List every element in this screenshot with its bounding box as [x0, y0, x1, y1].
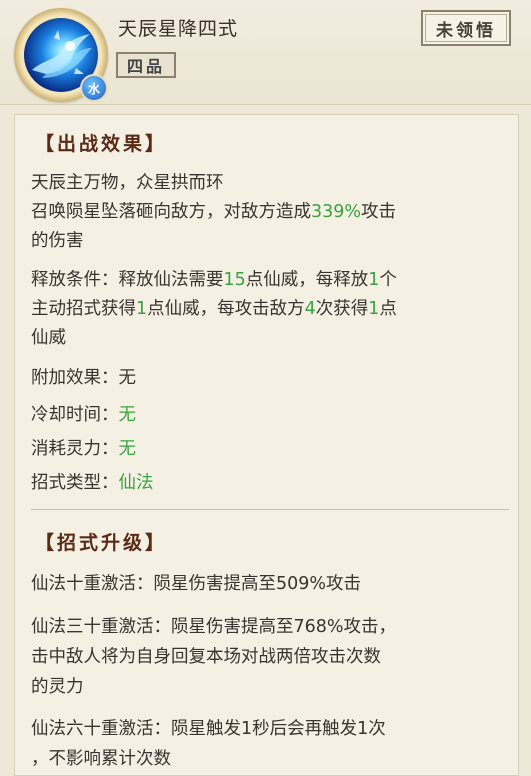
- mana-cost-row: 消耗灵力：无: [31, 435, 136, 460]
- skill-type-label: 招式类型：: [31, 473, 119, 493]
- release-value: 4: [304, 299, 316, 319]
- extra-effect-label: 附加效果：: [31, 368, 119, 388]
- upgrade-line-30b: 击中敌人将为自身回复本场对战两倍攻击次数: [31, 647, 381, 667]
- mana-cost-label: 消耗灵力：: [31, 439, 119, 459]
- cooldown-row: 冷却时间：无: [31, 401, 136, 426]
- mana-cost-value: 无: [118, 439, 137, 459]
- release-text: 次获得: [315, 299, 369, 319]
- release-value: 1: [368, 299, 380, 319]
- upgrade-line-60a: 仙法六十重激活：陨星触发1秒后会再触发1次: [31, 719, 386, 739]
- section-divider: [31, 509, 509, 510]
- skill-name: 天辰星降四式: [118, 18, 239, 40]
- effect-desc-line2: 召唤陨星坠落砸向敌方，对敌方造成339%攻击: [31, 198, 396, 223]
- release-value: 1: [368, 270, 380, 290]
- desc-text: 攻击: [361, 202, 397, 222]
- extra-effect-value: 无: [118, 368, 137, 388]
- skill-icon[interactable]: 水: [14, 8, 108, 102]
- battle-effect-title: 【出战效果】: [35, 133, 168, 155]
- release-text: 个: [379, 270, 397, 290]
- release-text: 主动招式获得: [31, 299, 136, 319]
- release-text: 释放条件：释放仙法需要: [31, 270, 224, 290]
- skill-detail-panel: 【出战效果】 天辰主万物，众星拱而环 召唤陨星坠落砸向敌方，对敌方造成339%攻…: [14, 114, 519, 776]
- upgrade-line-30c: 的灵力: [31, 677, 84, 697]
- cooldown-value: 无: [118, 405, 137, 425]
- skill-type-row: 招式类型：仙法: [31, 469, 154, 494]
- upgrade-title: 【招式升级】: [35, 532, 168, 554]
- upgrade-line-60b: ，不影响累计次数: [31, 749, 171, 769]
- release-text: 点仙威，每攻击敌方: [147, 299, 305, 319]
- damage-percent: 339%: [311, 202, 362, 222]
- release-text: 点仙威，每释放: [245, 270, 369, 290]
- release-value: 1: [136, 299, 148, 319]
- release-value: 15: [223, 270, 246, 290]
- upgrade-line-30a: 仙法三十重激活：陨星伤害提高至768%攻击，: [31, 617, 397, 637]
- effect-desc-line1: 天辰主万物，众星拱而环: [31, 173, 224, 193]
- skill-type-value: 仙法: [118, 473, 154, 493]
- release-condition-line3: 仙威: [31, 328, 66, 348]
- status-badge: 未领悟: [421, 10, 511, 46]
- desc-text: 召唤陨星坠落砸向敌方，对敌方造成: [31, 202, 311, 222]
- release-text: 点: [379, 299, 397, 319]
- release-condition-line1: 释放条件：释放仙法需要15点仙威，每释放1个: [31, 266, 397, 291]
- cooldown-label: 冷却时间：: [31, 405, 119, 425]
- water-element-badge: 水: [80, 74, 108, 102]
- release-condition-line2: 主动招式获得1点仙威，每攻击敌方4次获得1点: [31, 295, 397, 320]
- skill-header: 水 天辰星降四式 四品 未领悟: [0, 0, 531, 105]
- effect-desc-line3: 的伤害: [31, 231, 84, 251]
- grade-badge: 四品: [116, 52, 176, 78]
- extra-effect-row: 附加效果：无: [31, 364, 136, 389]
- upgrade-line-10: 仙法十重激活：陨星伤害提高至509%攻击: [31, 574, 362, 594]
